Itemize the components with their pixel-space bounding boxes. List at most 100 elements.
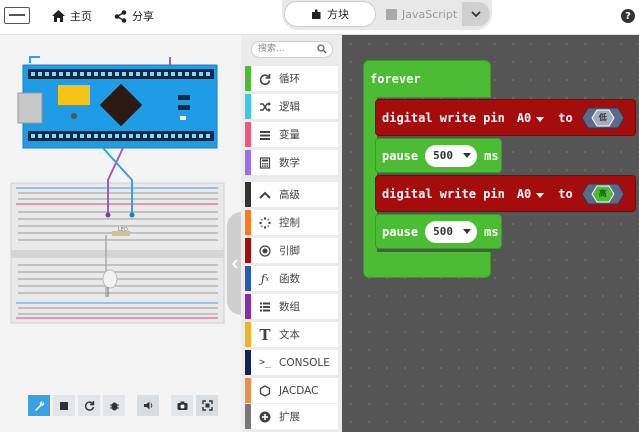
tab-blocks[interactable]: 方块 xyxy=(284,1,376,27)
digital-write-label: digital write pin xyxy=(382,110,505,125)
share-label: 分享 xyxy=(132,10,154,23)
category-variables[interactable]: 变量 xyxy=(245,122,338,147)
pin-dropdown[interactable]: A0 xyxy=(517,111,548,125)
wrench-icon xyxy=(34,400,44,411)
function-icon: ƒx xyxy=(260,271,270,286)
tab-javascript[interactable]: JavaScript xyxy=(380,3,460,25)
category-control[interactable]: 控制 xyxy=(245,210,338,235)
digital-write-label: digital write pin xyxy=(382,186,505,201)
help-button[interactable]: ? xyxy=(621,9,635,23)
spinner-icon xyxy=(251,216,279,229)
chevron-up-icon xyxy=(251,191,279,199)
mute-button[interactable] xyxy=(137,395,159,416)
pause-label: pause xyxy=(382,224,419,239)
category-label: 数组 xyxy=(279,301,300,313)
pause-duration-dropdown[interactable]: 500 xyxy=(425,144,478,167)
array-icon xyxy=(251,301,279,313)
category-label: 循环 xyxy=(279,73,300,85)
pause-unit: ms xyxy=(484,148,499,163)
category-jacdac[interactable]: JACDAC xyxy=(245,378,338,403)
home-icon xyxy=(52,10,65,22)
category-console[interactable]: >_ CONSOLE xyxy=(245,350,338,375)
refresh-icon xyxy=(84,401,94,411)
search-icon xyxy=(317,44,327,54)
home-label: 主页 xyxy=(70,10,92,23)
to-label: to xyxy=(558,110,573,125)
category-label: 高级 xyxy=(279,189,300,201)
category-label: 函数 xyxy=(279,273,300,285)
tab-blocks-label: 方块 xyxy=(327,8,349,21)
simulator-panel: LED xyxy=(0,35,241,432)
category-loops[interactable]: 循环 xyxy=(245,66,338,91)
pin-dropdown[interactable]: A0 xyxy=(517,187,548,201)
pin-value: A0 xyxy=(516,186,532,201)
category-extensions[interactable]: 扩展 xyxy=(245,404,338,429)
simulator-board[interactable] xyxy=(0,35,241,345)
tab-javascript-label: JavaScript xyxy=(402,7,458,21)
toolbox: 搜索... 循环 逻辑 变量 数学 高级 控制 引脚 ƒx 函数 数组 T 文本… xyxy=(241,35,343,432)
digital-write-block[interactable]: digital write pin A0 to 高 xyxy=(375,175,636,212)
javascript-icon xyxy=(386,8,397,20)
logo-icon[interactable] xyxy=(4,7,30,24)
screenshot-button[interactable] xyxy=(171,395,193,416)
dropdown-arrow-icon xyxy=(463,229,472,234)
category-pins[interactable]: 引脚 xyxy=(245,238,338,263)
pause-block[interactable]: pause 500 ms xyxy=(375,138,502,173)
refresh-icon xyxy=(251,73,279,85)
pause-duration-dropdown[interactable]: 500 xyxy=(425,220,478,243)
category-label: 引脚 xyxy=(279,245,300,257)
forever-block[interactable]: forever xyxy=(363,60,491,98)
dropdown-arrow-icon xyxy=(536,192,545,198)
text-icon: T xyxy=(259,325,271,344)
restart-button[interactable] xyxy=(78,395,100,416)
home-button[interactable]: 主页 xyxy=(52,8,92,24)
toolbox-search-input[interactable]: 搜索... xyxy=(251,41,333,58)
search-placeholder: 搜索... xyxy=(258,44,285,54)
category-label: 逻辑 xyxy=(279,101,300,113)
forever-block-bottom xyxy=(363,252,491,278)
category-label: 控制 xyxy=(279,217,300,229)
bug-icon xyxy=(109,402,119,411)
high-value-toggle[interactable]: 高 xyxy=(581,182,625,206)
dropdown-arrow-icon xyxy=(536,116,545,122)
jacdac-icon xyxy=(251,384,279,397)
pause-value: 500 xyxy=(433,149,453,162)
editor-more-button[interactable] xyxy=(462,2,490,26)
fullscreen-button[interactable] xyxy=(196,395,218,416)
pause-block[interactable]: pause 500 ms xyxy=(375,214,502,249)
share-button[interactable]: 分享 xyxy=(114,8,154,24)
category-label: CONSOLE xyxy=(279,356,330,369)
category-arrays[interactable]: 数组 xyxy=(245,294,338,319)
category-label: 文本 xyxy=(279,329,300,341)
collapse-simulator-button[interactable] xyxy=(227,212,241,315)
chevron-down-icon xyxy=(471,11,481,17)
pause-label: pause xyxy=(382,148,419,163)
stop-button[interactable] xyxy=(53,395,75,416)
category-logic[interactable]: 逻辑 xyxy=(245,94,338,119)
forever-label: forever xyxy=(370,72,421,86)
calculator-icon xyxy=(251,156,279,169)
category-functions[interactable]: ƒx 函数 xyxy=(245,266,338,291)
category-math[interactable]: 数学 xyxy=(245,150,338,175)
low-value-toggle[interactable]: 低 xyxy=(581,106,625,130)
pin-value: A0 xyxy=(516,110,532,125)
category-label: 变量 xyxy=(279,129,300,141)
led-label: LED xyxy=(118,227,128,233)
low-value-label: 低 xyxy=(598,113,607,122)
debug-button[interactable] xyxy=(28,395,50,416)
share-icon xyxy=(114,9,127,23)
speaker-icon xyxy=(143,401,152,410)
category-label: 数学 xyxy=(279,157,300,169)
debug-step-button[interactable] xyxy=(103,395,125,416)
category-text[interactable]: T 文本 xyxy=(245,322,338,347)
fullscreen-icon xyxy=(201,400,213,411)
target-icon xyxy=(251,244,279,257)
category-advanced[interactable]: 高级 xyxy=(245,182,338,207)
camera-icon xyxy=(177,401,187,410)
category-label: JACDAC xyxy=(279,384,319,397)
terminal-icon: >_ xyxy=(258,357,272,368)
top-menu-bar: 主页 分享 方块 JavaScript ? xyxy=(0,0,639,35)
digital-write-block[interactable]: digital write pin A0 to 低 xyxy=(375,99,636,136)
to-label: to xyxy=(558,186,573,201)
high-value-label: 高 xyxy=(598,189,607,198)
